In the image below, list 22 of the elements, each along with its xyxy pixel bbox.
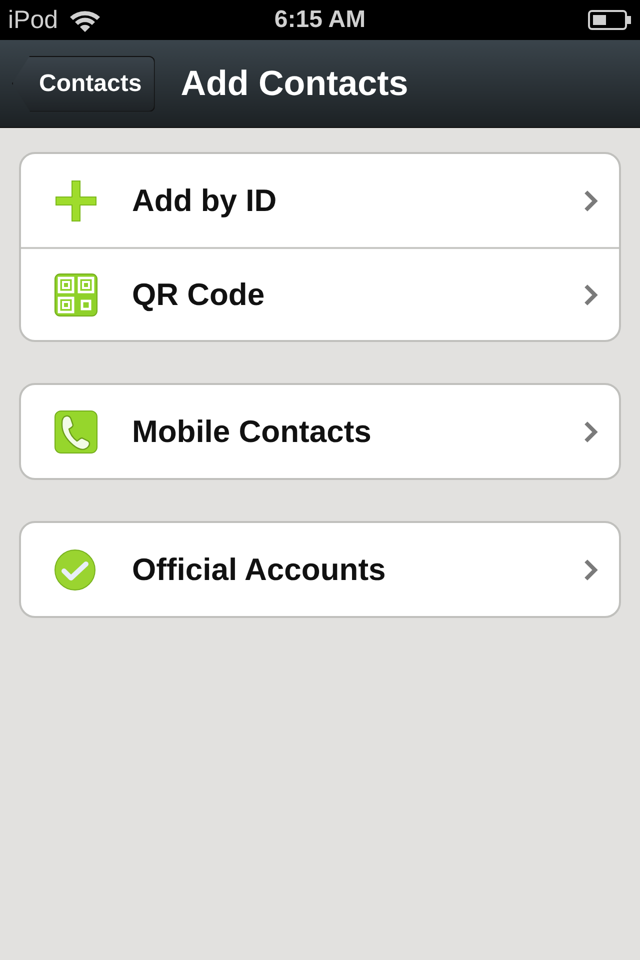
list-item[interactable]: Mobile Contacts bbox=[21, 385, 619, 478]
chevron-icon bbox=[583, 558, 599, 582]
item-label: QR Code bbox=[132, 276, 266, 312]
back-button[interactable]: Contacts bbox=[12, 56, 155, 112]
wifi-icon bbox=[68, 8, 102, 32]
list-item[interactable]: Official Accounts bbox=[21, 523, 619, 616]
phone-icon bbox=[54, 410, 98, 454]
carrier-name: iPod bbox=[8, 6, 58, 34]
status-time: 6:15 AM bbox=[274, 6, 366, 34]
list-item[interactable]: Add by ID bbox=[21, 154, 619, 247]
item-label: Official Accounts bbox=[132, 552, 387, 588]
screen-title: Add Contacts bbox=[180, 64, 408, 104]
chevron-icon bbox=[583, 282, 599, 306]
chevron-icon bbox=[583, 420, 599, 444]
item-label: Mobile Contacts bbox=[132, 414, 372, 450]
check-icon bbox=[54, 548, 96, 590]
qr-code-icon bbox=[54, 272, 98, 316]
battery-icon bbox=[588, 9, 632, 31]
chevron-icon bbox=[583, 188, 599, 212]
item-label: Add by ID bbox=[132, 182, 278, 218]
plus-icon bbox=[54, 178, 98, 222]
list-item[interactable]: QR Code bbox=[21, 247, 619, 340]
